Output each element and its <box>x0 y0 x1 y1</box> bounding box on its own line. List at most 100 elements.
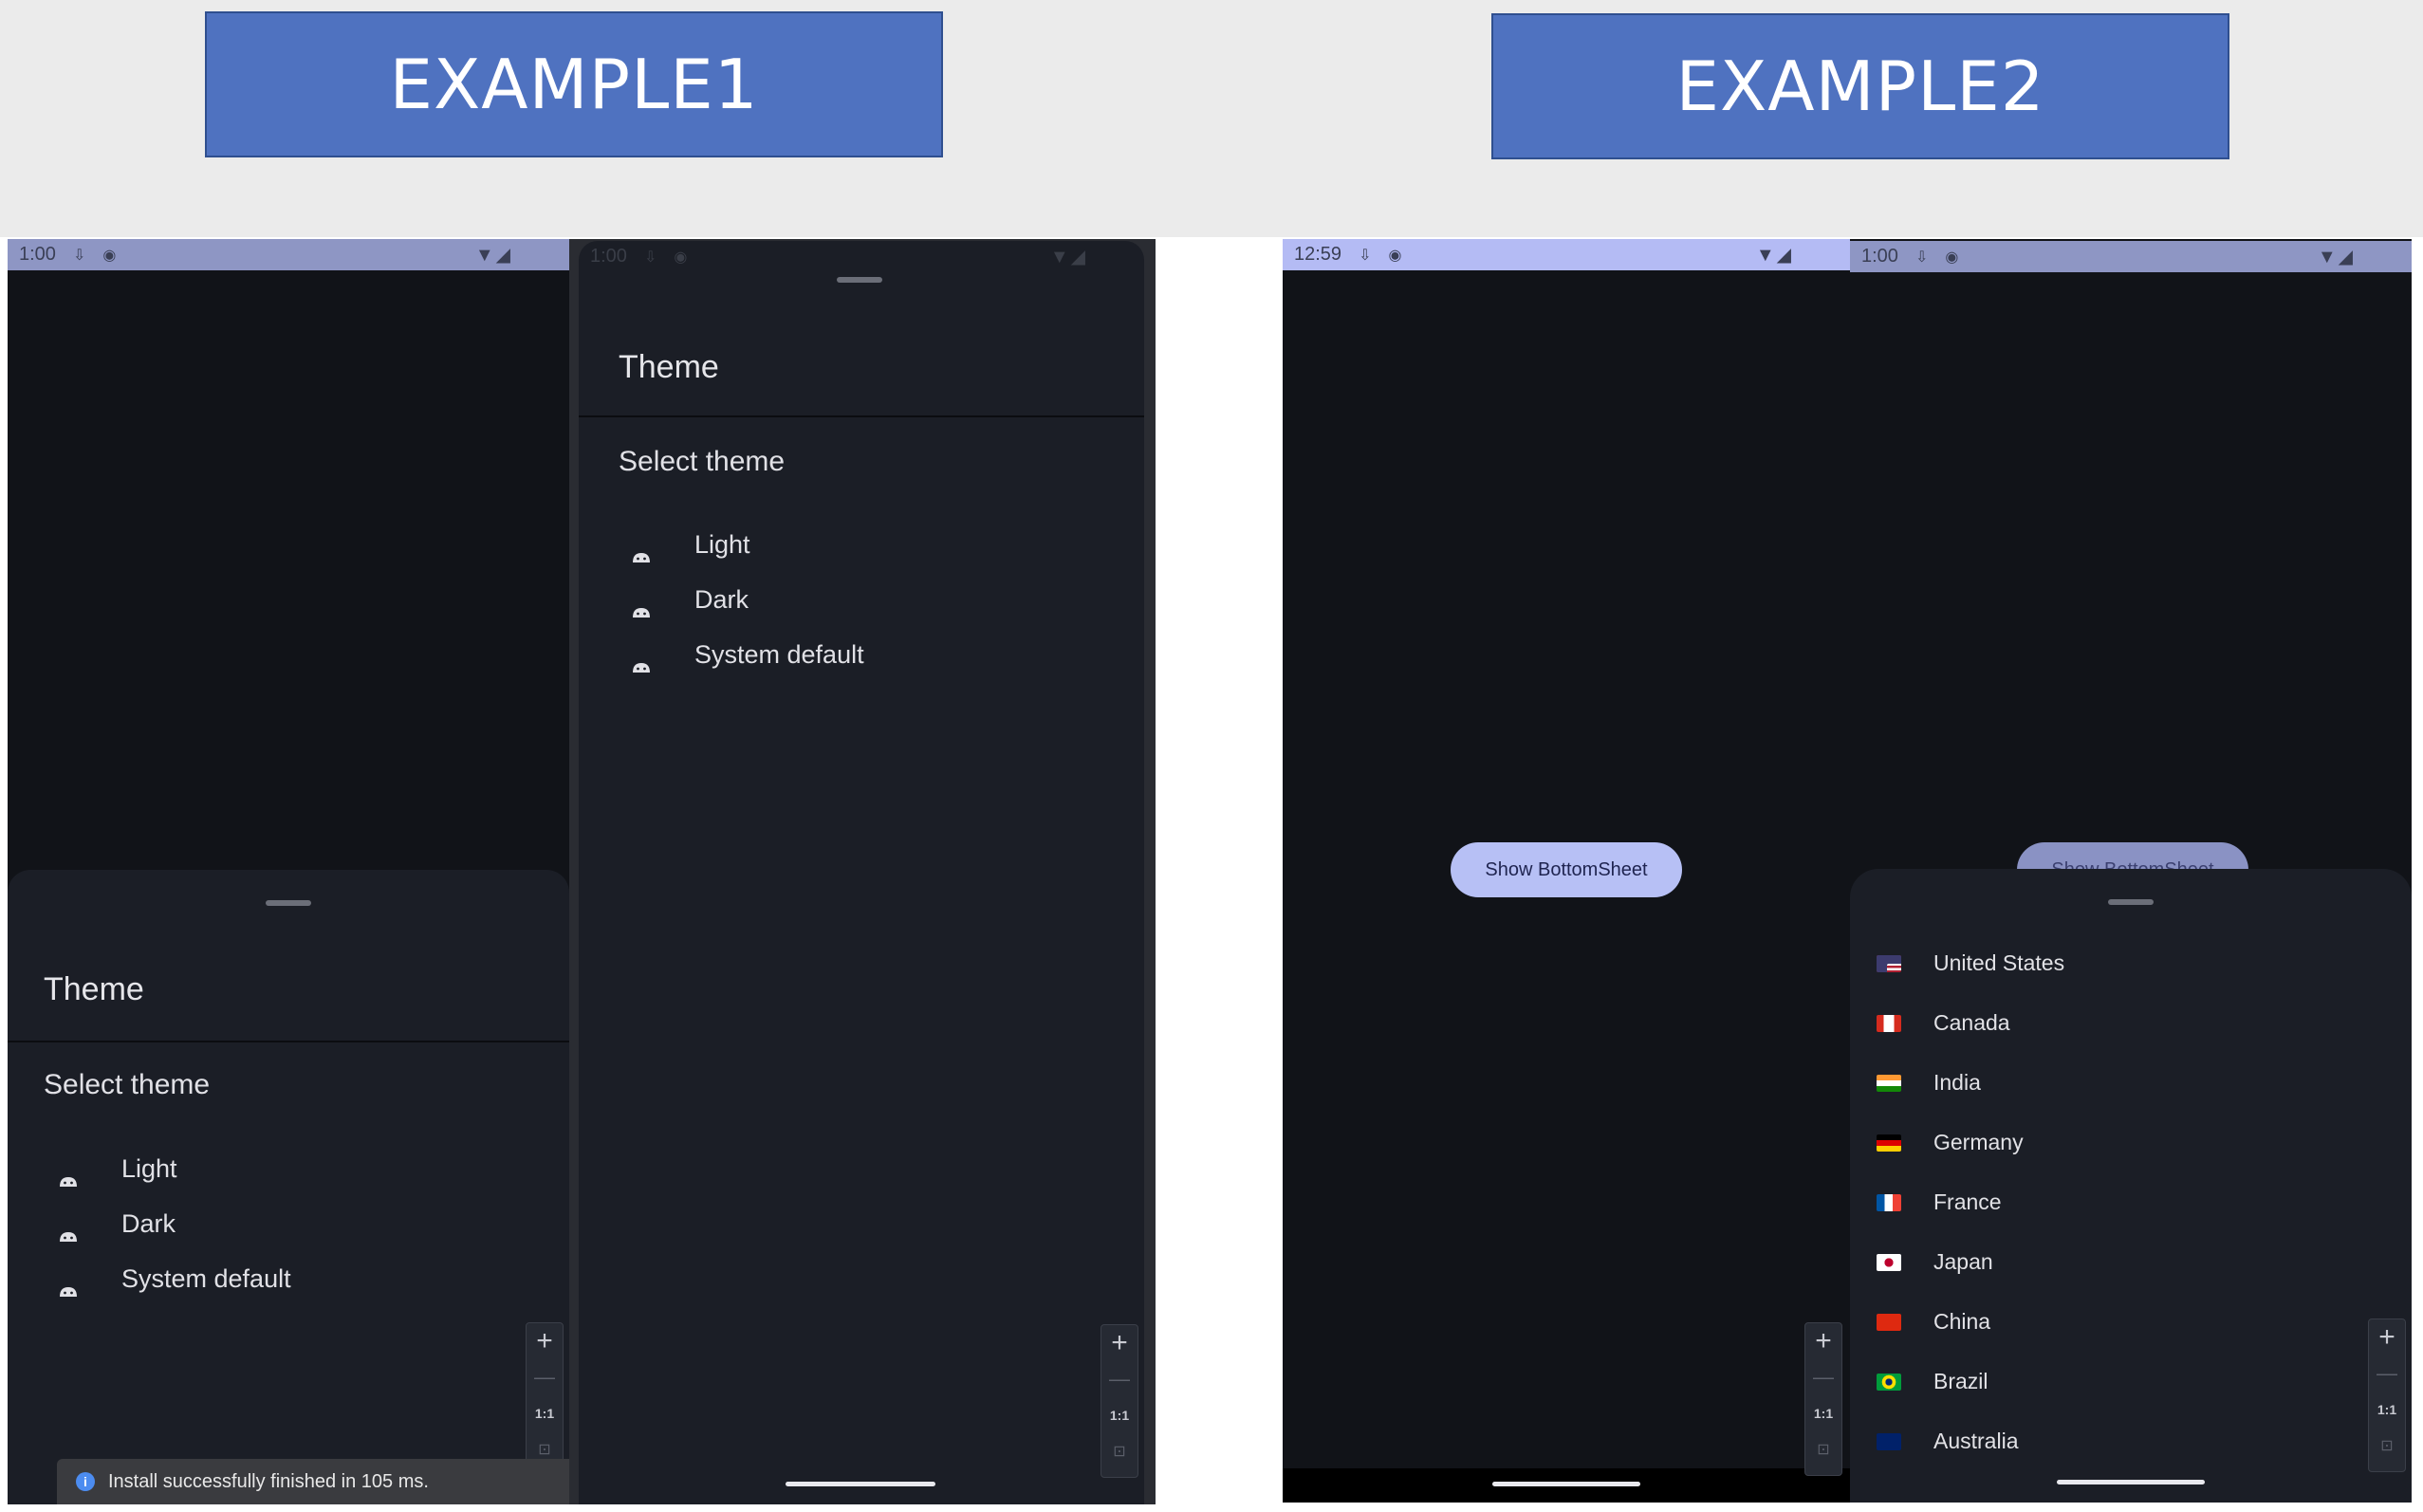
record-icon: ◉ <box>674 249 688 266</box>
record-icon: ◉ <box>1388 247 1402 264</box>
example1-banner: EXAMPLE1 <box>205 11 943 157</box>
country-label: United States <box>1933 950 2065 975</box>
option-light[interactable]: Light <box>59 1154 177 1187</box>
gesture-nav-bar[interactable] <box>1492 1482 1640 1486</box>
option-system-default[interactable]: System default <box>59 1264 291 1297</box>
phone-example2-sheet-open: 1:00 ⇩ ◉ ▼◢ Show BottomSheet United Stat… <box>1850 239 2412 1503</box>
toast-message: Install successfully finished in 105 ms. <box>108 1470 429 1492</box>
example2-banner: EXAMPLE2 <box>1491 13 2229 159</box>
download-icon: ⇩ <box>643 249 657 266</box>
country-item[interactable]: Australia <box>1877 1429 2018 1454</box>
country-item[interactable]: Canada <box>1877 1010 2010 1036</box>
android-icon <box>59 1219 78 1242</box>
status-time: 1:00 <box>19 244 56 265</box>
zoom-in-button[interactable]: + <box>1805 1323 1841 1359</box>
drag-handle[interactable] <box>266 900 311 906</box>
android-icon <box>632 650 651 673</box>
zoom-actual-size-button[interactable]: 1:1 <box>1805 1395 1841 1431</box>
gesture-nav-bar[interactable] <box>2057 1480 2205 1484</box>
option-dark[interactable]: Dark <box>632 585 749 618</box>
country-item[interactable]: India <box>1877 1070 1981 1096</box>
zoom-in-button[interactable]: + <box>2369 1319 2405 1355</box>
country-label: Brazil <box>1933 1369 1988 1393</box>
status-bar: 1:00 ⇩ ◉ ▼◢ <box>8 239 569 270</box>
status-time: 12:59 <box>1294 244 1342 265</box>
wifi-signal-icon: ▼◢ <box>1049 247 1087 267</box>
country-label: Canada <box>1933 1010 2010 1035</box>
flag-in-icon <box>1877 1074 1901 1092</box>
country-item[interactable]: United States <box>1877 950 2064 976</box>
flag-de-icon <box>1877 1134 1901 1152</box>
divider <box>579 415 1144 417</box>
option-label: System default <box>694 640 864 669</box>
zoom-in-button[interactable]: + <box>527 1323 563 1359</box>
zoom-controls: + — 1:1 ⊡ <box>2368 1318 2406 1472</box>
option-label: Dark <box>694 585 749 614</box>
phone-example1-expanded: 1:00 ⇩ ◉ ▼◢ Theme Select theme Light Dar… <box>569 239 1156 1504</box>
show-bottomsheet-button[interactable]: Show BottomSheet <box>1451 842 1682 897</box>
zoom-controls: + — 1:1 ⊡ <box>526 1322 564 1476</box>
country-bottom-sheet[interactable]: United States Canada India Germany Franc… <box>1850 869 2412 1503</box>
wifi-signal-icon: ▼◢ <box>2317 247 2355 267</box>
status-time: 1:00 <box>1861 246 1898 267</box>
zoom-controls: + — 1:1 ⊡ <box>1101 1324 1138 1478</box>
divider <box>8 1041 569 1042</box>
country-label: Germany <box>1933 1130 2024 1154</box>
flag-br-icon <box>1877 1373 1901 1391</box>
country-label: France <box>1933 1189 2002 1214</box>
zoom-actual-size-button[interactable]: 1:1 <box>1101 1397 1138 1433</box>
country-item[interactable]: France <box>1877 1189 2002 1215</box>
download-icon: ⇩ <box>1359 247 1372 264</box>
flag-au-icon <box>1877 1432 1901 1450</box>
sheet-title: Theme <box>619 349 719 385</box>
country-item[interactable]: China <box>1877 1309 1990 1335</box>
flag-jp-icon <box>1877 1253 1901 1271</box>
drag-handle[interactable] <box>2108 899 2154 905</box>
country-label: Australia <box>1933 1429 2019 1453</box>
option-label: Light <box>694 530 750 559</box>
wifi-signal-icon: ▼◢ <box>474 245 512 266</box>
drag-handle[interactable] <box>837 277 882 283</box>
flag-ca-icon <box>1877 1014 1901 1032</box>
bottom-sheet-expanded[interactable]: 1:00 ⇩ ◉ ▼◢ Theme Select theme Light Dar… <box>579 241 1144 1504</box>
country-item[interactable]: Japan <box>1877 1249 1993 1275</box>
download-icon: ⇩ <box>1914 249 1929 266</box>
option-dark[interactable]: Dark <box>59 1209 176 1242</box>
country-item[interactable]: Germany <box>1877 1130 2024 1155</box>
option-label: Light <box>121 1154 177 1183</box>
status-bar-dimmed: 1:00 ⇩ ◉ ▼◢ <box>579 241 1144 272</box>
phone-example2-initial: 12:59 ⇩ ◉ ▼◢ Show BottomSheet + — 1:1 ⊡ <box>1283 239 1850 1503</box>
zoom-actual-size-button[interactable]: 1:1 <box>527 1395 563 1431</box>
zoom-fit-button[interactable]: ⊡ <box>1101 1433 1138 1469</box>
status-bar: 12:59 ⇩ ◉ ▼◢ <box>1283 239 1850 270</box>
zoom-actual-size-button[interactable]: 1:1 <box>2369 1392 2405 1428</box>
country-item[interactable]: Brazil <box>1877 1369 1988 1394</box>
zoom-fit-button[interactable]: ⊡ <box>1805 1431 1841 1467</box>
zoom-fit-button[interactable]: ⊡ <box>2369 1428 2405 1464</box>
flag-cn-icon <box>1877 1313 1901 1331</box>
country-label: Japan <box>1933 1249 1993 1274</box>
bottom-sheet[interactable]: Theme Select theme Light Dark System def… <box>8 870 569 1504</box>
zoom-out-button[interactable]: — <box>527 1359 563 1395</box>
wifi-signal-icon: ▼◢ <box>1755 245 1793 266</box>
sheet-subtitle: Select theme <box>619 446 786 477</box>
download-icon: ⇩ <box>72 247 86 264</box>
android-icon <box>59 1274 78 1297</box>
option-light[interactable]: Light <box>632 530 750 562</box>
zoom-in-button[interactable]: + <box>1101 1325 1138 1361</box>
record-icon: ◉ <box>1945 249 1959 266</box>
flag-us-icon <box>1877 954 1901 972</box>
phone-example1-collapsed: 1:00 ⇩ ◉ ▼◢ Theme Select theme Light Dar… <box>8 239 569 1504</box>
option-system-default[interactable]: System default <box>632 640 864 673</box>
zoom-out-button[interactable]: — <box>1805 1359 1841 1395</box>
sheet-subtitle: Select theme <box>44 1069 211 1100</box>
option-label: Dark <box>121 1209 176 1238</box>
info-icon: i <box>76 1472 95 1491</box>
zoom-out-button[interactable]: — <box>1101 1361 1138 1397</box>
zoom-controls: + — 1:1 ⊡ <box>1804 1322 1842 1476</box>
gesture-nav-bar[interactable] <box>786 1482 935 1486</box>
flag-fr-icon <box>1877 1193 1901 1211</box>
option-label: System default <box>121 1264 291 1293</box>
zoom-out-button[interactable]: — <box>2369 1355 2405 1392</box>
sheet-title: Theme <box>44 971 144 1007</box>
